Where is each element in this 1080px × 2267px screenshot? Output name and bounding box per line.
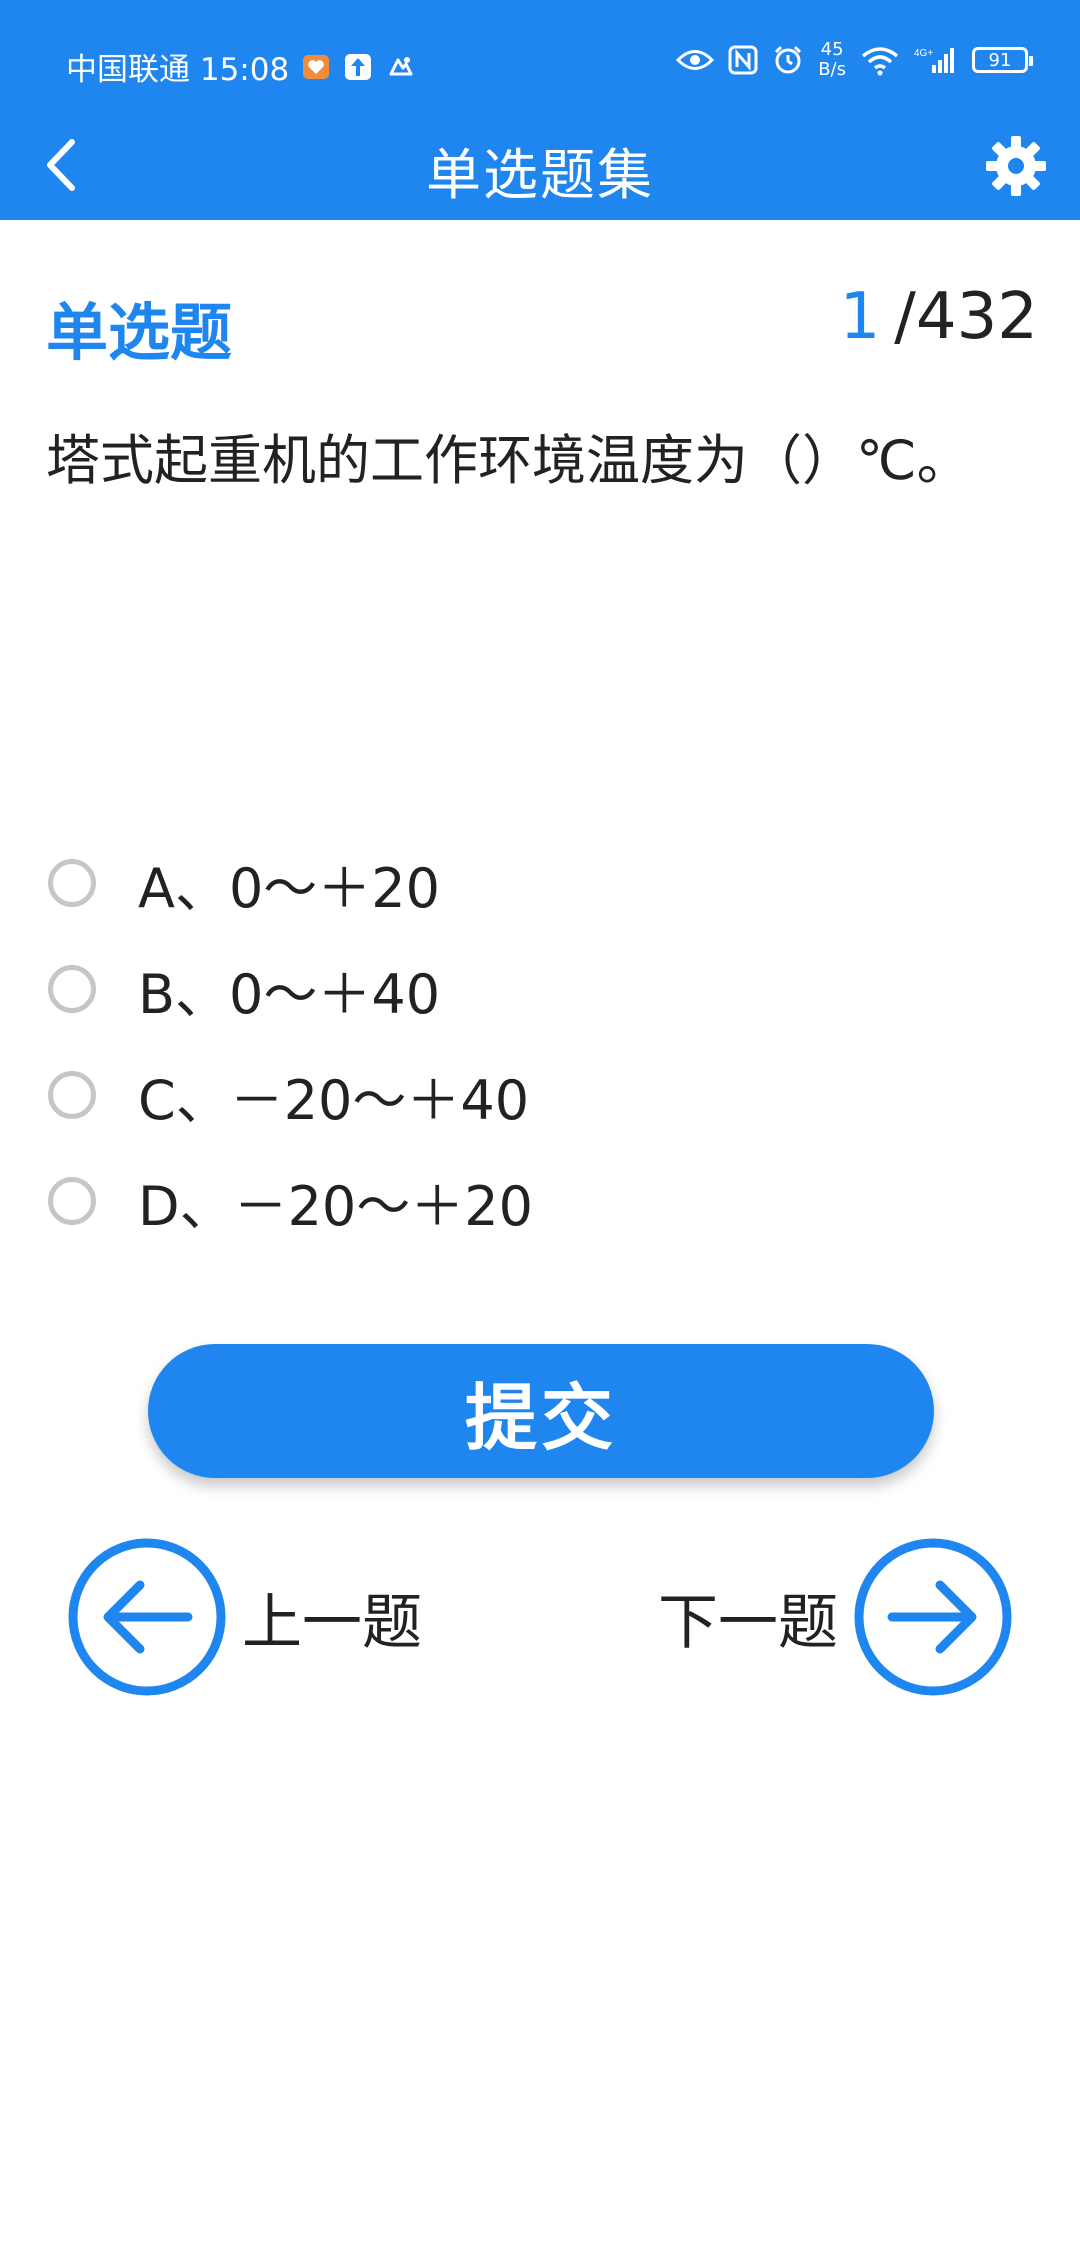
shield-heart-icon	[301, 52, 331, 82]
total-questions: /432	[894, 280, 1038, 354]
status-bar: 中国联通 15:08 45 B/s 4G+ 91	[0, 40, 1080, 90]
arrow-left-circle-icon[interactable]	[68, 1538, 226, 1696]
radio-button[interactable]	[48, 1177, 96, 1225]
question-text: 塔式起重机的工作环境温度为（）℃。	[46, 429, 971, 492]
option-d[interactable]: D、－20～＋20	[48, 1148, 533, 1254]
arrow-right-circle-icon[interactable]	[854, 1538, 1012, 1696]
wifi-icon	[860, 44, 900, 76]
question-type: 单选题	[46, 296, 233, 369]
radio-button[interactable]	[48, 1071, 96, 1119]
radio-button[interactable]	[48, 965, 96, 1013]
svg-text:4G+: 4G+	[914, 48, 933, 59]
gear-icon	[986, 136, 1046, 196]
option-c[interactable]: C、－20～＋40	[48, 1042, 533, 1148]
option-b[interactable]: B、0～＋40	[48, 936, 533, 1042]
top-app-bar: 中国联通 15:08 45 B/s 4G+ 91 单选题集	[0, 0, 1080, 220]
option-label: B、0～＋40	[138, 962, 441, 1026]
question-counter: 1/432	[840, 280, 1038, 354]
battery-indicator: 91	[972, 47, 1033, 73]
network-speed: 45 B/s	[818, 39, 846, 80]
eye-icon	[676, 47, 715, 73]
prev-question-button[interactable]: 上一题	[68, 1536, 422, 1698]
next-label[interactable]: 下一题	[658, 1574, 838, 1661]
prev-label[interactable]: 上一题	[242, 1574, 422, 1661]
upload-icon	[343, 52, 373, 82]
settings-button[interactable]	[984, 134, 1048, 198]
app-notification-icon	[385, 52, 415, 82]
carrier-time: 中国联通 15:08	[66, 52, 290, 88]
current-question-number: 1	[839, 280, 881, 354]
option-a[interactable]: A、0～＋20	[48, 830, 533, 936]
option-label: D、－20～＋20	[138, 1174, 534, 1238]
page-title: 单选题集	[425, 143, 654, 207]
option-label: C、－20～＋40	[138, 1068, 530, 1132]
nfc-icon	[728, 45, 758, 75]
submit-button[interactable]: 提交	[148, 1344, 934, 1478]
next-question-button[interactable]: 下一题	[658, 1536, 1012, 1698]
options-list: A、0～＋20 B、0～＋40 C、－20～＋40 D、－20～＋20	[48, 830, 533, 1254]
radio-button[interactable]	[48, 859, 96, 907]
option-label: A、0～＋20	[138, 856, 441, 920]
signal-4g-icon: 4G+	[914, 45, 958, 75]
alarm-icon	[772, 44, 804, 76]
